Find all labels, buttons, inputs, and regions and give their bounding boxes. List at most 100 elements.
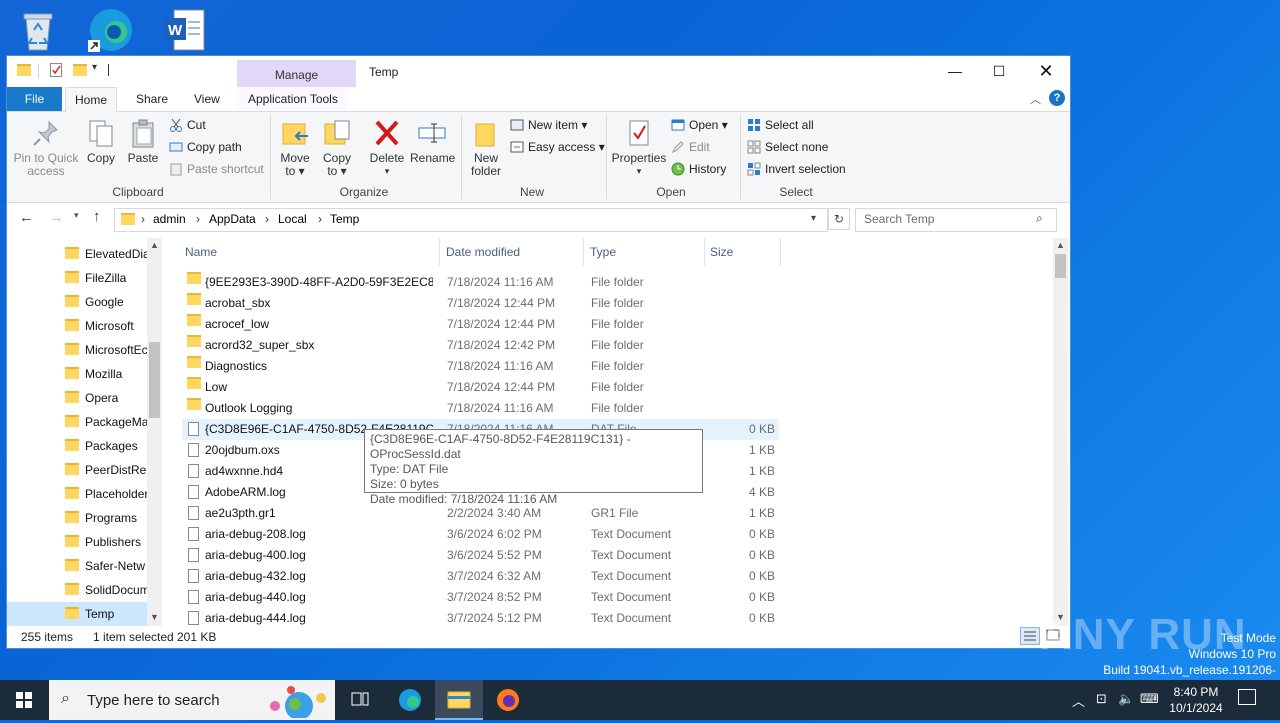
copy-path-button[interactable]: Copy path — [169, 138, 242, 156]
list-scroll-thumb[interactable] — [1055, 254, 1066, 278]
nav-item[interactable]: PeerDistRep — [7, 458, 147, 482]
back-arrow-icon[interactable]: ← — [19, 209, 34, 226]
list-scrollbar[interactable]: ▲ ▼ — [1053, 238, 1068, 626]
file-row[interactable]: acrord32_super_sbx 7/18/2024 12:42 PM File… — [182, 335, 779, 356]
copy-to-button[interactable]: Copy to ▾ — [319, 118, 355, 178]
nav-item[interactable]: FileZilla — [7, 266, 147, 290]
tab-manage[interactable]: Manage — [237, 60, 356, 87]
invert-selection-button[interactable]: Invert selection — [747, 160, 846, 178]
paste-button[interactable]: Paste — [125, 118, 161, 165]
scroll-down-icon[interactable]: ▼ — [150, 612, 159, 622]
nav-item[interactable]: Google — [7, 290, 147, 314]
up-arrow-icon[interactable]: ↑ — [93, 208, 101, 225]
file-row[interactable]: Outlook Logging 7/18/2024 11:16 AM File fo… — [182, 398, 779, 419]
move-to-button[interactable]: Move to ▾ — [277, 118, 313, 178]
history-button[interactable]: History — [671, 160, 726, 178]
paste-shortcut-button[interactable]: Paste shortcut — [169, 160, 264, 178]
recycle-bin-icon[interactable] — [14, 6, 62, 54]
scroll-up-icon[interactable]: ▲ — [150, 240, 159, 250]
file-row[interactable]: aria-debug-444.log 3/7/2024 5:12 PM Text D… — [182, 608, 779, 626]
start-button[interactable] — [0, 680, 48, 720]
taskbar-search[interactable]: ⌕ Type here to search — [49, 680, 335, 720]
nav-item[interactable]: Packages — [7, 434, 147, 458]
details-view-icon[interactable] — [1020, 627, 1040, 645]
nav-item[interactable]: Placeholder — [7, 482, 147, 506]
recent-locations-icon[interactable]: ▾ — [74, 210, 79, 221]
breadcrumb-item[interactable]: Local — [278, 212, 307, 226]
collapse-ribbon-icon[interactable]: ︿ — [1030, 91, 1041, 107]
file-row[interactable]: aria-debug-208.log 3/6/2024 6:02 PM Text D… — [182, 524, 779, 545]
column-separator[interactable] — [583, 238, 584, 266]
properties-button[interactable]: Properties ▾ — [610, 118, 668, 178]
file-row[interactable]: acrobat_sbx 7/18/2024 12:44 PM File folder — [182, 293, 779, 314]
close-button[interactable]: ✕ — [1023, 56, 1069, 87]
file-row[interactable]: aria-debug-440.log 3/7/2024 8:52 PM Text D… — [182, 587, 779, 608]
breadcrumb-item[interactable]: Temp — [330, 212, 359, 226]
select-all-button[interactable]: Select all — [747, 116, 814, 134]
delete-button[interactable]: Delete ▾ — [369, 118, 405, 178]
tab-home[interactable]: Home — [65, 87, 118, 112]
title-bar[interactable]: ▾ Manage Temp — ☐ ✕ — [7, 56, 1070, 87]
easy-access-button[interactable]: Easy access ▾ — [510, 138, 605, 156]
pin-quick-access-button[interactable]: Pin to Quick access — [13, 118, 79, 178]
new-item-button[interactable]: New item ▾ — [510, 116, 587, 134]
help-icon[interactable]: ? — [1049, 90, 1065, 106]
tab-application-tools[interactable]: Application Tools — [239, 87, 347, 111]
nav-item[interactable]: MicrosoftEc — [7, 338, 147, 362]
address-bar[interactable]: › admin › AppData › Local › Temp ▾ — [114, 208, 828, 232]
file-row[interactable]: aria-debug-400.log 3/6/2024 5:52 PM Text D… — [182, 545, 779, 566]
nav-scroll-thumb[interactable] — [149, 342, 160, 418]
file-row[interactable]: acrocef_low 7/18/2024 12:44 PM File folder — [182, 314, 779, 335]
tab-view[interactable]: View — [185, 87, 229, 111]
qat-dropdown-icon[interactable]: ▾ — [92, 62, 97, 73]
column-date[interactable]: Date modified — [446, 238, 520, 266]
breadcrumb-item[interactable]: AppData — [209, 212, 256, 226]
tab-share[interactable]: Share — [127, 87, 177, 111]
forward-arrow-icon[interactable]: → — [49, 209, 64, 226]
properties-qat-icon[interactable] — [50, 63, 62, 77]
new-folder-qat-icon[interactable] — [73, 64, 87, 76]
nav-scrollbar[interactable]: ▲ ▼ — [147, 238, 162, 626]
volume-icon[interactable]: 🔈 — [1118, 691, 1134, 707]
breadcrumb-item[interactable]: admin — [153, 212, 186, 226]
nav-item[interactable]: PackageMa — [7, 410, 147, 434]
edit-button[interactable]: Edit — [671, 138, 710, 156]
nav-item[interactable]: Publishers — [7, 530, 147, 554]
cut-button[interactable]: Cut — [169, 116, 206, 134]
file-explorer-taskbar-icon[interactable] — [435, 680, 483, 720]
column-separator[interactable] — [780, 238, 781, 266]
tray-overflow-icon[interactable]: ︿ — [1072, 691, 1085, 710]
file-row[interactable]: aria-debug-432.log 3/7/2024 6:32 AM Text D… — [182, 566, 779, 587]
column-separator[interactable] — [704, 238, 705, 266]
nav-item[interactable]: Mozilla — [7, 362, 147, 386]
minimize-button[interactable]: — — [932, 56, 978, 87]
language-icon[interactable]: ⌨ — [1140, 691, 1159, 707]
scroll-up-icon[interactable]: ▲ — [1056, 240, 1065, 250]
file-row[interactable]: Low 7/18/2024 12:44 PM File folder — [182, 377, 779, 398]
column-size[interactable]: Size — [710, 238, 733, 266]
tab-file[interactable]: File — [7, 87, 62, 111]
edge-taskbar-icon[interactable] — [386, 680, 434, 720]
rename-button[interactable]: Rename — [410, 118, 455, 165]
nav-item[interactable]: Opera — [7, 386, 147, 410]
file-row[interactable]: Diagnostics 7/18/2024 11:16 AM File folder — [182, 356, 779, 377]
column-type[interactable]: Type — [590, 238, 616, 266]
copy-button[interactable]: Copy — [83, 118, 119, 165]
select-none-button[interactable]: Select none — [747, 138, 828, 156]
file-row[interactable]: {9EE293E3-390D-48FF-A2D0-59F3E2EC88... 7/… — [182, 272, 779, 293]
nav-item[interactable]: Microsoft — [7, 314, 147, 338]
word-shortcut-icon[interactable]: W — [160, 6, 208, 54]
clock[interactable]: 8:40 PM 10/1/2024 — [1164, 684, 1228, 716]
nav-item[interactable]: Programs — [7, 506, 147, 530]
task-view-icon[interactable] — [336, 680, 384, 720]
edge-shortcut-icon[interactable] — [86, 6, 134, 54]
column-separator[interactable] — [439, 238, 440, 266]
open-button[interactable]: Open ▾ — [671, 116, 728, 134]
nav-item[interactable]: Safer-Netw — [7, 554, 147, 578]
address-dropdown-icon[interactable]: ▾ — [811, 213, 816, 224]
maximize-button[interactable]: ☐ — [976, 56, 1022, 87]
refresh-icon[interactable]: ↻ — [828, 208, 850, 230]
nav-item[interactable]: Temp — [7, 602, 147, 626]
network-icon[interactable]: ⊡ — [1096, 691, 1107, 707]
column-name[interactable]: Name — [185, 238, 217, 266]
